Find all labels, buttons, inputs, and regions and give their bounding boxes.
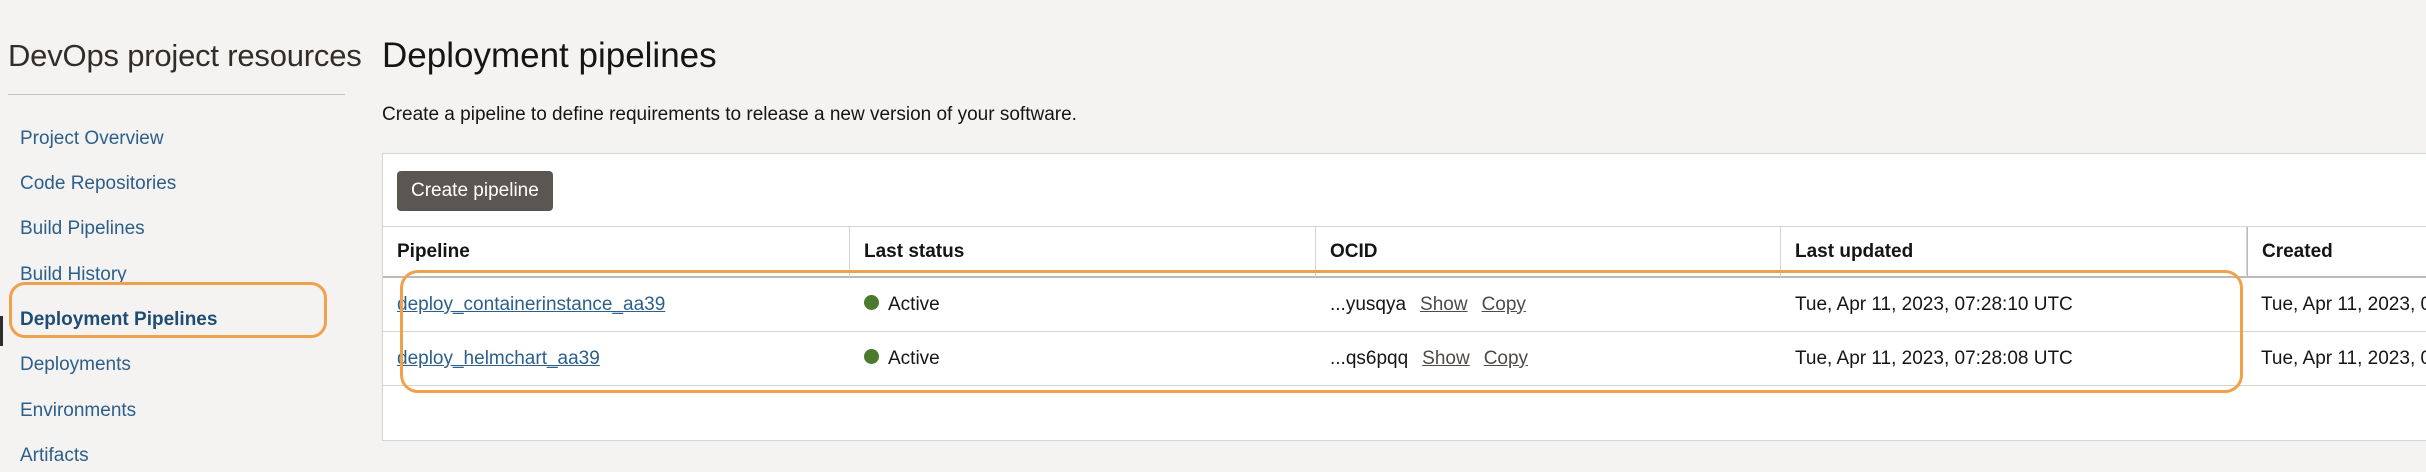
status-active-icon [864,295,879,311]
ocid-show-link[interactable]: Show [1420,294,1468,315]
main-content: Deployment pipelines Create a pipeline t… [382,0,2426,472]
table-row: deploy_helmchart_aa39 Active ...qs6pqq Sh… [383,332,2426,386]
sidebar-item-environments[interactable]: Environments [20,398,136,424]
table-header: Pipeline Last status OCID Last updated C… [383,226,2426,278]
column-header-ocid[interactable]: OCID [1316,227,1781,277]
pipeline-link[interactable]: deploy_containerinstance_aa39 [397,294,665,315]
column-header-pipeline[interactable]: Pipeline [383,227,850,277]
created-cell: Tue, Apr 11, 2023, 07: [2261,294,2426,315]
sidebar-divider [8,94,345,95]
ocid-copy-link[interactable]: Copy [1484,348,1528,369]
status-text: Active [888,348,940,369]
page-description: Create a pipeline to define requirements… [382,104,1077,125]
sidebar-item-artifacts[interactable]: Artifacts [20,443,89,469]
last-updated-cell: Tue, Apr 11, 2023, 07:28:10 UTC [1795,294,2073,315]
column-header-last-status[interactable]: Last status [850,227,1316,277]
sidebar-item-project-overview[interactable]: Project Overview [20,126,164,152]
sidebar-item-deployments[interactable]: Deployments [20,352,131,378]
ocid-value: ...yusqya [1330,294,1407,315]
ocid-value: ...qs6pqq [1330,348,1409,369]
last-updated-cell: Tue, Apr 11, 2023, 07:28:08 UTC [1795,348,2073,369]
status-active-icon [864,349,879,365]
create-pipeline-button[interactable]: Create pipeline [397,171,553,211]
sidebar-item-build-history[interactable]: Build History [20,262,127,288]
table-row: deploy_containerinstance_aa39 Active ...… [383,278,2426,332]
sidebar-item-code-repositories[interactable]: Code Repositories [20,171,176,197]
sidebar: DevOps project resources Project Overvie… [0,0,362,472]
page-title: Deployment pipelines [382,36,717,75]
active-indicator [0,316,3,346]
status-text: Active [888,294,940,315]
column-header-created[interactable]: Created [2247,227,2426,277]
created-cell: Tue, Apr 11, 2023, 07: [2261,348,2426,369]
column-header-last-updated[interactable]: Last updated [1781,227,2247,277]
sidebar-item-build-pipelines[interactable]: Build Pipelines [20,216,145,242]
sidebar-item-deployment-pipelines[interactable]: Deployment Pipelines [20,307,217,333]
pipelines-panel: Create pipeline Pipeline Last status OCI… [382,153,2426,441]
pipeline-link[interactable]: deploy_helmchart_aa39 [397,348,600,369]
ocid-copy-link[interactable]: Copy [1482,294,1526,315]
ocid-show-link[interactable]: Show [1422,348,1470,369]
sidebar-title: DevOps project resources [8,38,362,73]
